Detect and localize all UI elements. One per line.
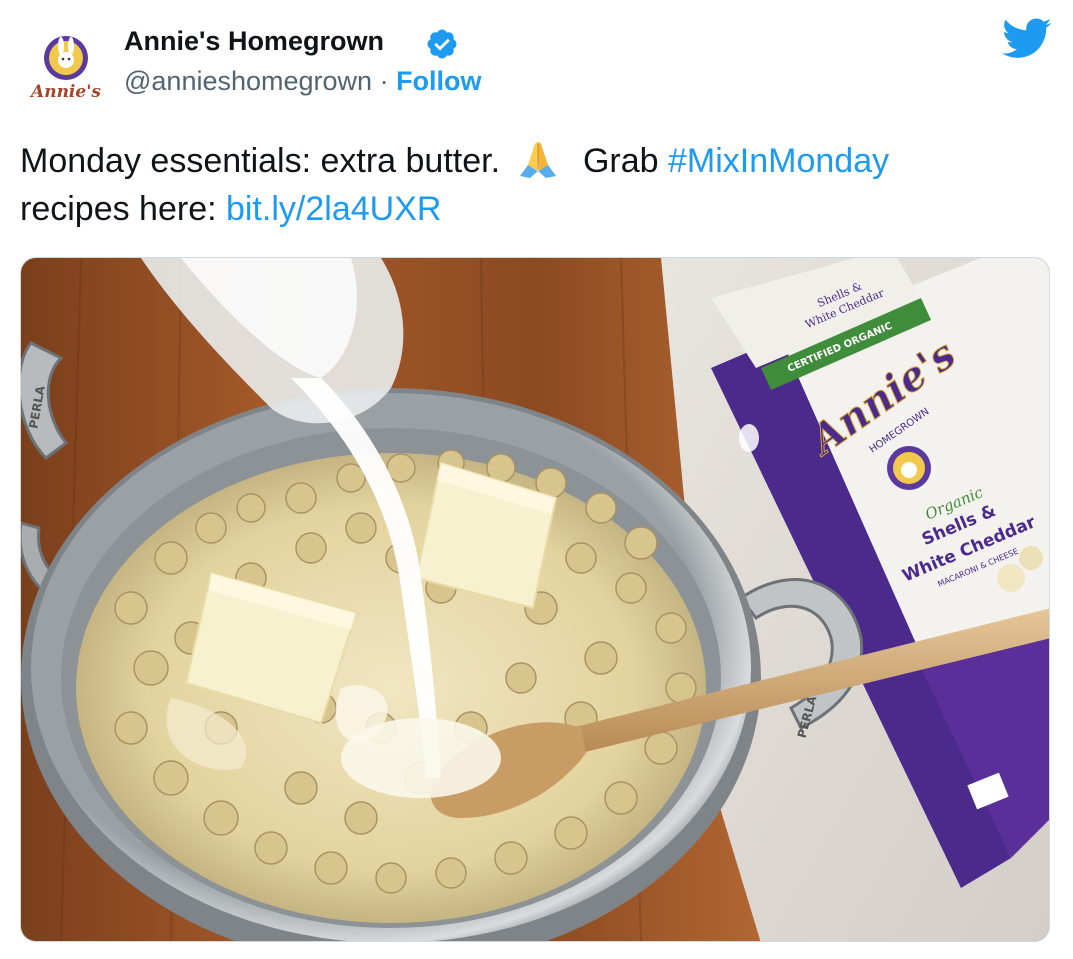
folded-hands-icon xyxy=(519,142,556,178)
tweet-text-part1: Monday essentials: extra butter. xyxy=(20,142,501,180)
handle-row: @annieshomegrown · Follow xyxy=(124,66,482,97)
tweet-photo[interactable]: CERTIFIED ORGANIC Shells & White Cheddar… xyxy=(20,257,1050,942)
tweet-text: Monday essentials: extra butter. Grab #M… xyxy=(20,137,1050,233)
mac-and-cheese-photo: CERTIFIED ORGANIC Shells & White Cheddar… xyxy=(21,258,1049,941)
url-link[interactable]: bit.ly/2la4UXR xyxy=(226,190,441,228)
twitter-bird-icon[interactable] xyxy=(1002,18,1052,60)
avatar[interactable]: Annie's xyxy=(18,20,114,116)
separator-dot: · xyxy=(372,66,397,96)
svg-text:Annie's: Annie's xyxy=(29,82,101,102)
author-display-name[interactable]: Annie's Homegrown xyxy=(124,26,384,57)
follow-button[interactable]: Follow xyxy=(396,66,481,96)
annies-logo-icon: Annie's xyxy=(19,21,113,115)
tweet-card: Annie's Annie's Homegrown @annieshomegro… xyxy=(0,0,1073,959)
author-handle[interactable]: @annieshomegrown xyxy=(124,66,372,96)
tweet-text-part3: recipes here: xyxy=(20,190,226,228)
hashtag-link[interactable]: #MixInMonday xyxy=(668,142,889,180)
verified-badge-icon xyxy=(427,29,457,59)
tweet-text-part2: Grab xyxy=(582,142,668,180)
